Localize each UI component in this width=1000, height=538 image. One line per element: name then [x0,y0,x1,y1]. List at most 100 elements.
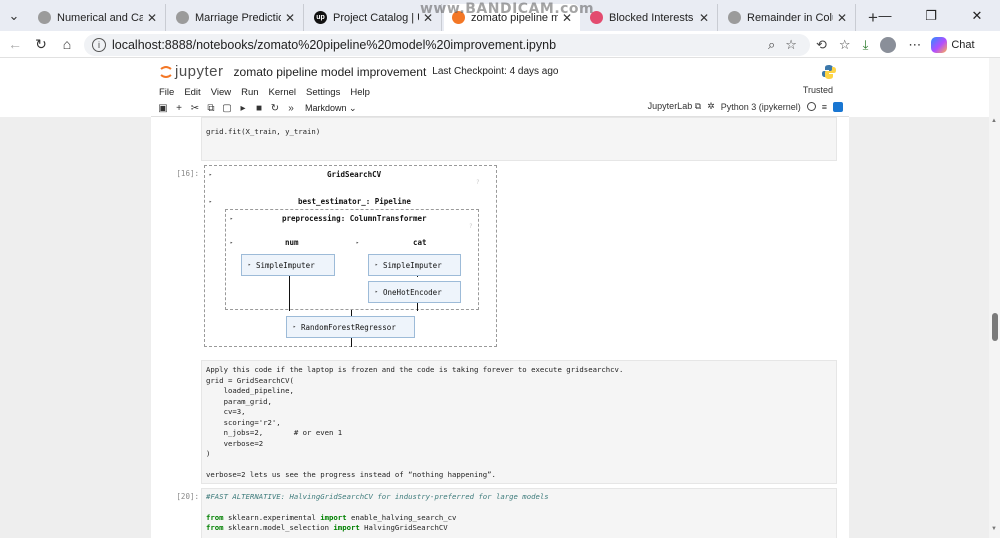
jupyterlab-label: JupyterLab [647,101,693,111]
globe-icon [728,11,741,24]
menu-run[interactable]: Run [241,87,258,98]
keyword: from [206,512,224,522]
onehotencoder-box[interactable]: ▸ OneHotEncoder [368,281,461,303]
favorite-star-icon[interactable]: ☆ [785,37,797,53]
cell-type-select[interactable]: Markdown ⌄ [305,103,357,114]
refresh-button[interactable]: ↻ [28,31,54,57]
markdown-cell[interactable]: Apply this code if the laptop is frozen … [201,360,837,484]
help-icon[interactable]: ? [476,179,480,186]
gridsearch-label[interactable]: GridSearchCV [327,170,381,179]
code-line: grid.fit(X_train, y_train) [206,127,321,136]
preprocessing-label[interactable]: preprocessing: ColumnTransformer [282,214,427,223]
url-actions: ⌕ ☆ [768,37,797,53]
browser-tab[interactable]: Remainder in ColumnTra ✕ [720,4,856,31]
cat-branch-label[interactable]: cat [413,238,427,247]
close-tab-icon[interactable]: ✕ [699,11,709,25]
left-gutter [0,117,151,538]
expand-arrow-icon[interactable]: ▸ [230,216,233,222]
favorites-icon[interactable]: ☆ [839,37,851,53]
copilot-chat-button[interactable]: Chat [931,36,975,53]
tab-title: Numerical and Categoric [57,11,143,24]
more-menu-icon[interactable]: ⋯ [908,37,921,53]
minimize-button[interactable]: — [862,0,908,31]
close-tab-icon[interactable]: ✕ [147,11,157,25]
scrollbar-thumb[interactable] [992,313,998,341]
expand-arrow-icon[interactable]: ▸ [230,240,233,246]
insert-cell-icon[interactable]: + [171,103,187,114]
stop-icon[interactable]: ■ [251,103,267,114]
encoder-label: OneHotEncoder [383,287,442,297]
help-icon[interactable]: ? [469,223,473,230]
keyword: from [206,523,224,532]
scroll-up-icon[interactable]: ▲ [991,118,997,124]
url-field[interactable]: i localhost:8888/notebooks/zomato%20pipe… [84,34,810,56]
num-branch-label[interactable]: num [285,238,299,247]
jupyter-menubar: File Edit View Run Kernel Settings Help … [151,85,849,100]
url-text: localhost:8888/notebooks/zomato%20pipeli… [112,38,557,52]
num-simpleimputer-box[interactable]: ▸ SimpleImputer [241,254,335,276]
code-cell-grid-fit[interactable]: grid.fit(X_train, y_train) [201,117,837,161]
run-icon[interactable]: ▸ [235,103,251,114]
kernel-name[interactable]: Python 3 (ipykernel) [721,102,801,112]
site-info-icon[interactable]: i [92,38,106,52]
menu-file[interactable]: File [159,87,174,98]
expand-arrow-icon[interactable]: ▸ [209,199,212,205]
code-comment: #FAST ALTERNATIVE: HalvingGridSearchCV f… [206,492,549,501]
close-tab-icon[interactable]: ✕ [837,11,847,25]
jupyter-wordmark: jupyter [175,63,224,80]
extensions-icon[interactable]: ⟲ [816,37,827,53]
zoom-icon[interactable]: ⌕ [768,37,775,53]
randomforest-box[interactable]: ▸ RandomForestRegressor [286,316,415,338]
jupyterlab-link[interactable]: JupyterLab ⧉ [648,101,701,112]
cell-prompt: [16]: [176,169,199,178]
browser-tab[interactable]: Marriage Prediction Rea ✕ [168,4,304,31]
kernel-info: JupyterLab ⧉ ✲ Python 3 (ipykernel) ≡ [648,101,843,112]
code-cell-halving[interactable]: #FAST ALTERNATIVE: HalvingGridSearchCV f… [201,488,837,538]
maximize-button[interactable]: ❐ [908,0,954,31]
import-line-1: from sklearn.experimental import enable_… [206,513,832,524]
browser-tab[interactable]: Numerical and Categoric ✕ [30,4,166,31]
kernel-menu-icon[interactable]: ≡ [822,102,827,112]
best-estimator-label[interactable]: best_estimator_: Pipeline [298,197,411,206]
expand-arrow-icon[interactable]: ▸ [356,240,359,246]
profile-avatar[interactable] [880,36,897,53]
restart-run-all-icon[interactable]: » [283,103,299,114]
connector-line [289,272,290,311]
close-tab-icon[interactable]: ✕ [285,11,295,25]
regressor-label: RandomForestRegressor [301,322,396,332]
scroll-down-icon[interactable]: ▼ [991,526,997,532]
notebook-title[interactable]: zomato pipeline model improvement [234,65,427,79]
menu-view[interactable]: View [211,87,231,98]
save-icon[interactable]: ▣ [155,103,171,114]
notebook-panel-icon[interactable] [833,101,843,112]
menu-edit[interactable]: Edit [184,87,200,98]
tab-actions-menu-button[interactable]: ⌄ [0,0,28,31]
jupyter-header: jupyter zomato pipeline model improvemen… [151,58,849,85]
jupyter-logo[interactable]: jupyter [159,63,224,80]
cell-type-value: Markdown [305,102,347,113]
browser-tab[interactable]: Blocked Interests | Jeeva ✕ [582,4,718,31]
menu-settings[interactable]: Settings [306,87,340,98]
cat-simpleimputer-box[interactable]: ▸ SimpleImputer [368,254,461,276]
trusted-indicator[interactable]: Trusted [803,85,833,95]
downloads-icon[interactable]: ⤓ [863,37,869,53]
globe-icon [176,11,189,24]
back-button[interactable]: ← [2,31,28,57]
close-window-button[interactable]: ✕ [954,0,1000,31]
paste-icon[interactable]: ▢ [219,103,235,114]
import-name: HalvingGridSearchCV [359,523,448,532]
expand-arrow-icon: ▸ [293,324,297,330]
kernel-status-icon [806,102,816,111]
markdown-line: grid = GridSearchCV( [206,375,294,385]
expand-arrow-icon[interactable]: ▸ [209,172,212,178]
page-scrollbar[interactable]: ▲ ▼ [989,58,1000,538]
module-name: sklearn.model_selection [223,523,334,532]
markdown-line [206,460,832,471]
home-button[interactable]: ⌂ [54,31,80,57]
restart-icon[interactable]: ↻ [267,103,283,114]
menu-kernel[interactable]: Kernel [269,87,296,98]
cut-icon[interactable]: ✂ [187,103,203,114]
menu-help[interactable]: Help [350,87,370,98]
settings-gear-icon[interactable]: ✲ [707,101,715,112]
copy-icon[interactable]: ⧉ [203,103,219,114]
